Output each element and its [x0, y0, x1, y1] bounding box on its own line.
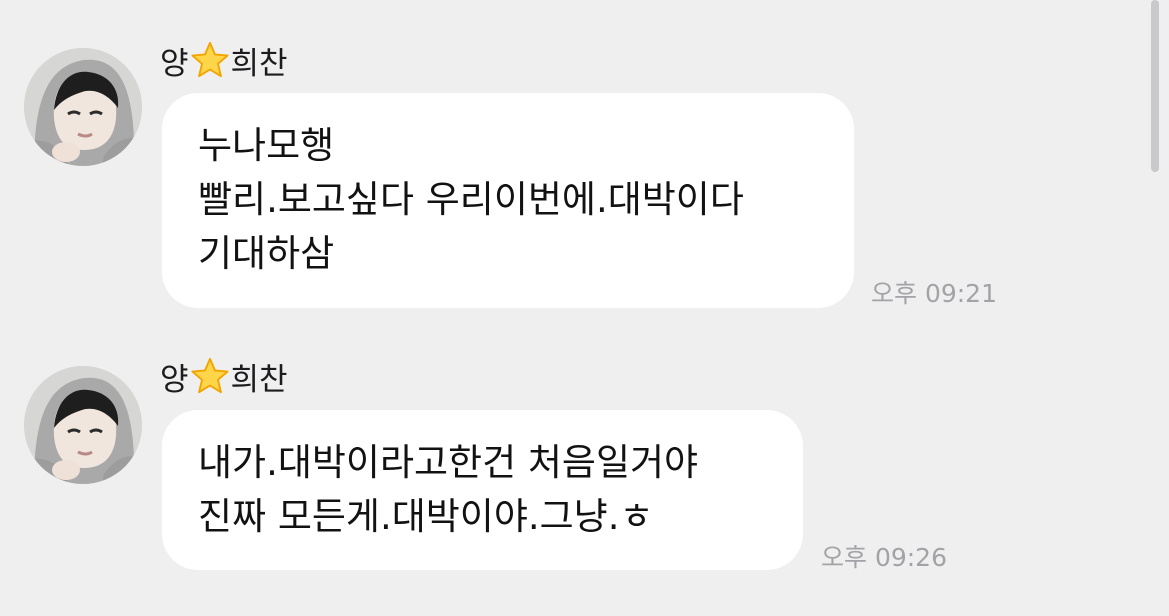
avatar[interactable] — [24, 48, 142, 166]
sender-name: 양 희찬 — [160, 39, 288, 82]
star-emoji-icon — [191, 357, 229, 395]
message-text-line: 진짜 모든게.대박이야.그냥.ㅎ — [198, 495, 654, 538]
message-bubble[interactable]: 내가.대박이라고한건 처음일거야 진짜 모든게.대박이야.그냥.ㅎ — [162, 410, 803, 570]
chat-scrollbar[interactable] — [1151, 0, 1159, 172]
message-timestamp: 오후 09:21 — [871, 279, 997, 308]
sender-first-name: 양 — [160, 45, 189, 82]
star-emoji-icon — [191, 41, 229, 79]
message-text-line: 빨리.보고싶다 우리이번에.대박이다 — [198, 178, 744, 221]
sender-first-name: 양 — [160, 361, 189, 398]
avatar[interactable] — [24, 366, 142, 484]
message-text-line: 기대하삼 — [198, 232, 335, 275]
avatar-photo-icon — [24, 366, 142, 484]
sender-last-name: 희찬 — [230, 361, 288, 398]
sender-last-name: 희찬 — [230, 45, 288, 82]
message-text-line: 누나모행 — [198, 124, 335, 167]
message-timestamp: 오후 09:26 — [821, 543, 947, 572]
message-bubble[interactable]: 누나모행 빨리.보고싶다 우리이번에.대박이다 기대하삼 — [162, 93, 854, 308]
avatar-photo-icon — [24, 48, 142, 166]
sender-name: 양 희찬 — [160, 355, 288, 398]
message-text-line: 내가.대박이라고한건 처음일거야 — [198, 441, 699, 484]
